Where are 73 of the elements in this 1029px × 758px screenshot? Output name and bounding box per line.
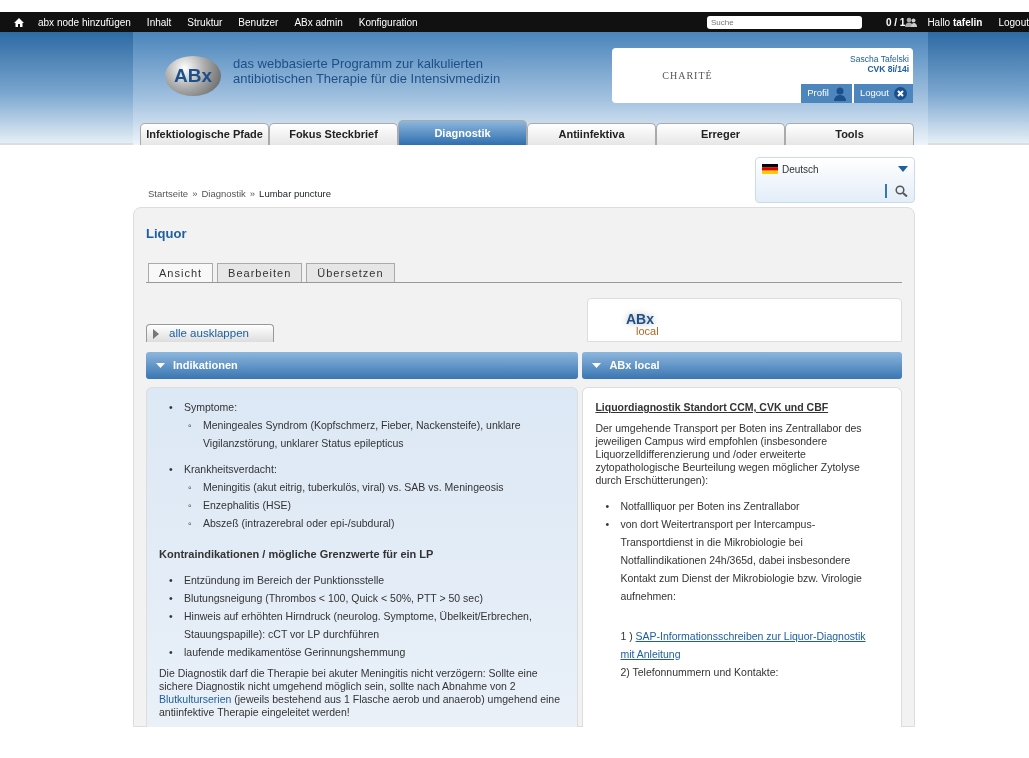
page-title: Liquor xyxy=(146,225,188,243)
nav-tab[interactable]: Infektiologische Pfade xyxy=(140,123,269,145)
paragraph-text: Die Diagnostik darf die Therapie bei akuter Meningitis nicht verzögern: Sollte eine sichere Diagnostik nicht umgehend möglich sein, sollte nach Abnahme von 2 Blutkulturserien (jeweils bestehend aus 1 Flasche aerob und anaerob) umgehend eine antiinfektive Therapie eingeleitet werden! xyxy=(159,666,561,719)
list-item-text: Entzündung im Bereich der Punktionsstelle xyxy=(184,573,385,586)
partner-logo: CHARITÉ xyxy=(662,69,713,83)
list-item-text: Symptome: xyxy=(184,401,238,413)
breadcrumb-link[interactable]: Diagnostik xyxy=(201,186,246,201)
admin-menu-link[interactable]: Inhalt xyxy=(146,14,172,30)
abx-logo: ABx xyxy=(165,56,221,96)
bullet-marker: • xyxy=(605,498,611,514)
person-icon xyxy=(833,86,846,101)
section-subheading: Liquordiagnostik Standort CCM, CVK und CBF xyxy=(595,400,830,415)
admin-menu-link[interactable]: Konfiguration xyxy=(358,14,418,30)
list-item-text: Notfallliquor per Boten ins Zentrallabor xyxy=(620,499,800,512)
blood-culture-link[interactable]: Blutkulturserien xyxy=(159,692,232,705)
expand-all-button[interactable]: alle ausklappen xyxy=(146,324,274,342)
bullet-marker: • xyxy=(169,462,174,477)
admin-menu-link[interactable]: abx node hinzufügen xyxy=(38,14,131,30)
bullet-marker: • xyxy=(169,400,174,415)
logout-button[interactable]: Logout xyxy=(853,84,913,103)
bullet-marker: • xyxy=(605,516,611,532)
content-tab[interactable]: Bearbeiten xyxy=(217,262,303,282)
section-subheading: Kontraindikationen / mögliche Grenzwerte für ein LP xyxy=(159,547,435,562)
caret-icon xyxy=(898,166,908,172)
abx-local-logo: ABx local xyxy=(625,310,660,337)
flag-icon xyxy=(762,164,778,174)
contacts-text: 2) Telefonnummern und Kontakte: xyxy=(619,664,780,680)
search-icon xyxy=(895,185,908,197)
list-item-text: Abszeß (intrazerebral oder epi-/subdural) xyxy=(203,517,395,529)
greeting-text: Hallo tafelin xyxy=(927,15,983,30)
bullet-marker: ◦ xyxy=(188,516,193,531)
list-item-text: Meningeales Syndrom (Kopfschmerz, Fieber, Nackensteife), unklare Vigilanzstörung, unklarer Status epilepticus xyxy=(203,419,521,449)
list-item-text: Meningitis (akut eitrig, tuberkulös, viral) vs. SAB vs. Meningeosis xyxy=(203,481,504,493)
bullet-marker: • xyxy=(169,590,174,606)
breadcrumb-separator: » xyxy=(192,186,198,201)
breadcrumb-separator: » xyxy=(249,186,256,201)
triangle-icon xyxy=(153,328,159,339)
bullet-marker: • xyxy=(169,644,174,660)
nav-tab[interactable]: Erreger xyxy=(656,123,785,145)
tagline-text: das webbasierte Programm zur kalkulierten antibiotischen Therapie für die Intensivmedizin xyxy=(233,56,502,86)
caret-icon xyxy=(592,363,602,368)
list-item-text: von dort Weitertransport per Intercampus-Transportdienst in die Mikrobiologie bei Notfallindikationen 24h/365d, dabei insbesondere Kontakt zum Dienst der Mikrobiologie bzw. Virologie aufnehmen: xyxy=(620,517,862,602)
list-item-text: Blutungsneigung (Thrombos < 100, Quick < 50%, PTT > 50 sec) xyxy=(184,591,483,604)
profile-button[interactable]: Profil xyxy=(801,84,852,103)
list-item-text: laufende medikamentöse Gerinnungshemmung xyxy=(184,645,406,658)
content-tab[interactable]: Ansicht xyxy=(148,262,214,282)
breadcrumb-current: Lumbar puncture xyxy=(259,186,331,201)
bullet-marker: ◦ xyxy=(188,480,193,495)
logout-link[interactable]: Logout xyxy=(998,14,1029,30)
user-unit: CVK 8i/14i xyxy=(866,64,910,74)
paragraph-text: Der umgehende Transport per Boten ins Zentrallabor des jeweiligen Campus wird empfohlen (insbesondere Liquorzelldifferenzierung und /oder erweiterte zytopathologische Beurteilung wegen möglicher Zytolyse durch Erschütterungen): xyxy=(595,421,863,487)
list-item-text: Krankheitsverdacht: xyxy=(184,463,277,475)
bullet-marker: ◦ xyxy=(188,418,193,433)
document-link[interactable]: 1 ) SAP-Informationsschreiben zur Liquor-Diagnostik mit Anleitung xyxy=(595,626,875,663)
user-name: Sascha Tafelski xyxy=(849,53,910,64)
users-icon xyxy=(905,17,918,27)
home-icon xyxy=(14,17,24,27)
breadcrumb-link[interactable]: Startseite xyxy=(148,186,189,201)
bullet-marker: ◦ xyxy=(188,498,193,513)
bullet-marker: • xyxy=(169,572,174,588)
admin-menu-link[interactable]: ABx admin xyxy=(294,14,343,30)
content-tab[interactable]: Übersetzen xyxy=(306,262,395,282)
close-icon xyxy=(894,87,907,100)
admin-menu-link[interactable]: Struktur xyxy=(187,14,223,30)
search-field[interactable]: Suche xyxy=(706,15,862,29)
caret-icon xyxy=(156,363,165,368)
list-item-text: Enzephalitis (HSE) xyxy=(203,499,292,511)
bullet-marker: • xyxy=(169,608,174,624)
admin-menu-link[interactable]: Benutzer xyxy=(238,14,279,30)
online-counter: 0 / 1 xyxy=(885,15,906,30)
nav-tab[interactable]: Antiinfektiva xyxy=(527,123,656,145)
nav-tab[interactable]: Fokus Steckbrief xyxy=(269,123,398,145)
nav-tab[interactable]: Tools xyxy=(785,123,914,145)
